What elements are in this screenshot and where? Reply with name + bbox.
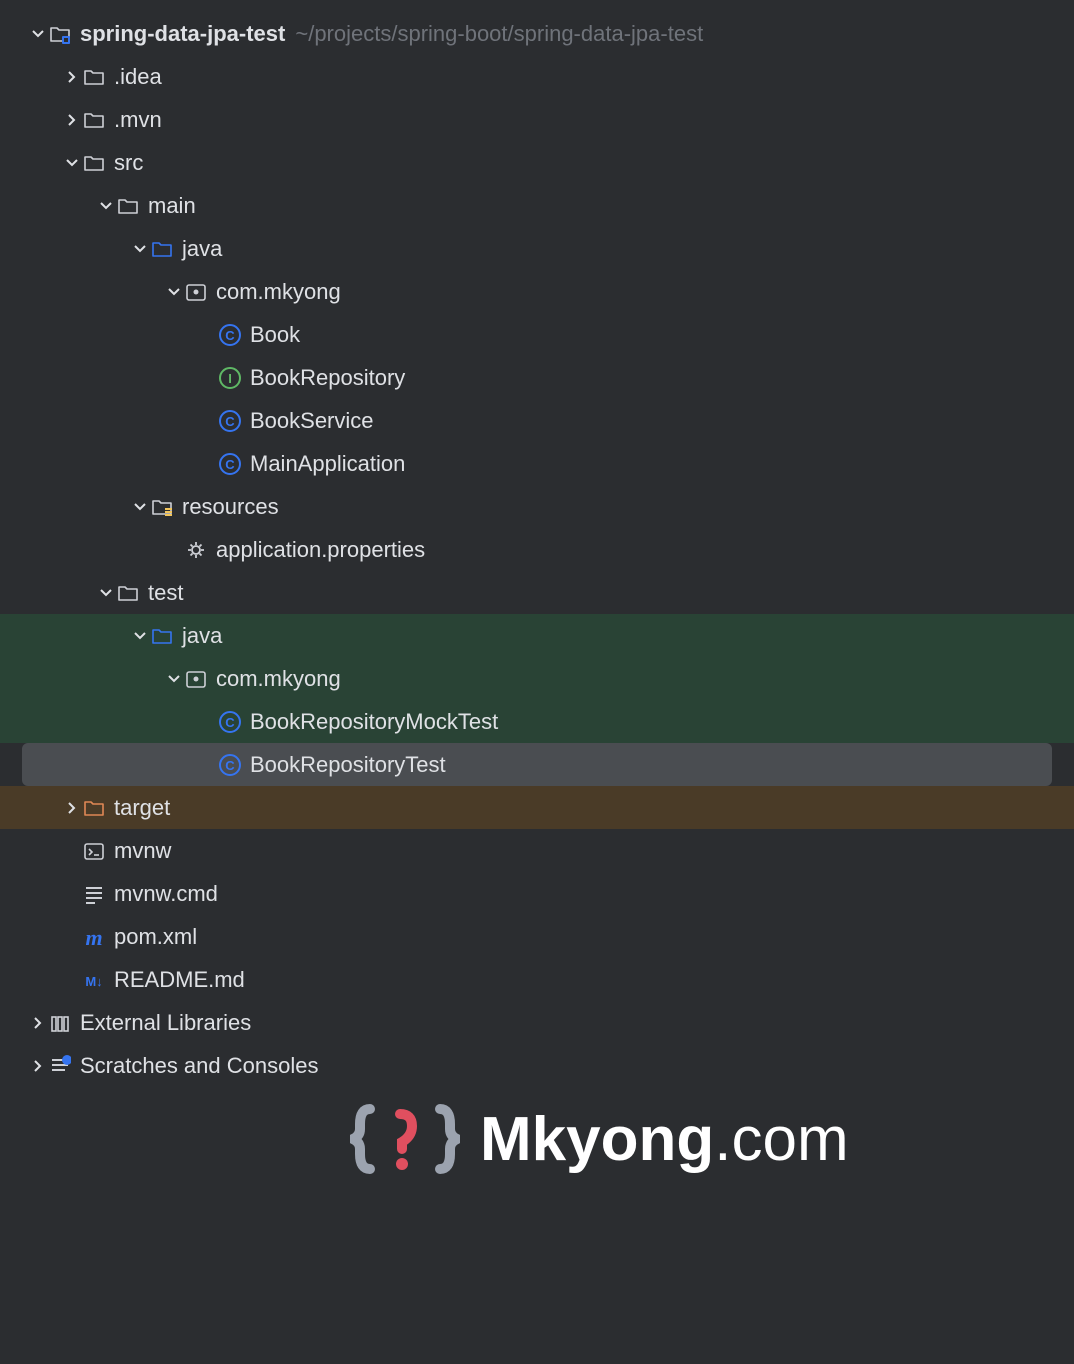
tree-node-test[interactable]: test: [0, 571, 1074, 614]
node-label: README.md: [114, 967, 245, 993]
node-label: com.mkyong: [216, 666, 341, 692]
folder-icon: [116, 581, 140, 605]
node-label: BookService: [250, 408, 374, 434]
textfile-icon: [82, 882, 106, 906]
tree-node-mvnw-cmd[interactable]: mvnw.cmd: [0, 872, 1074, 915]
tree-node-root[interactable]: spring-data-jpa-test ~/projects/spring-b…: [0, 12, 1074, 55]
chevron-right-icon[interactable]: [62, 67, 82, 87]
node-label: pom.xml: [114, 924, 197, 950]
node-label: test: [148, 580, 183, 606]
tree-node-mvn[interactable]: .mvn: [0, 98, 1074, 141]
class-icon: [218, 452, 242, 476]
class-icon: [218, 710, 242, 734]
node-label: MainApplication: [250, 451, 405, 477]
libraries-icon: [48, 1011, 72, 1035]
node-label: java: [182, 623, 222, 649]
class-icon: [218, 323, 242, 347]
node-label: resources: [182, 494, 279, 520]
scratch-icon: [48, 1054, 72, 1078]
tree-node-external-libraries[interactable]: External Libraries: [0, 1001, 1074, 1044]
interface-icon: [218, 366, 242, 390]
node-label: mvnw: [114, 838, 171, 864]
tree-node-target[interactable]: target: [0, 786, 1074, 829]
chevron-right-icon[interactable]: [62, 110, 82, 130]
chevron-down-icon[interactable]: [130, 626, 150, 646]
tree-node-resources[interactable]: resources: [0, 485, 1074, 528]
class-icon: [218, 409, 242, 433]
node-label: .mvn: [114, 107, 162, 133]
excluded-folder-icon: [82, 796, 106, 820]
tree-node-mvnw[interactable]: mvnw: [0, 829, 1074, 872]
folder-icon: [116, 194, 140, 218]
tree-node-idea[interactable]: .idea: [0, 55, 1074, 98]
node-label: application.properties: [216, 537, 425, 563]
tree-node-book-repository[interactable]: BookRepository: [0, 356, 1074, 399]
tree-node-repo-test[interactable]: BookRepositoryTest: [22, 743, 1052, 786]
tree-node-package-main[interactable]: com.mkyong: [0, 270, 1074, 313]
root-name: spring-data-jpa-test: [80, 21, 285, 47]
chevron-down-icon[interactable]: [164, 282, 184, 302]
chevron-down-icon[interactable]: [130, 239, 150, 259]
chevron-down-icon[interactable]: [96, 196, 116, 216]
tree-node-pom[interactable]: pom.xml: [0, 915, 1074, 958]
root-path: ~/projects/spring-boot/spring-data-jpa-t…: [295, 21, 703, 47]
tree-node-book-service[interactable]: BookService: [0, 399, 1074, 442]
node-label: .idea: [114, 64, 162, 90]
node-label: src: [114, 150, 143, 176]
folder-icon: [82, 151, 106, 175]
chevron-down-icon[interactable]: [164, 669, 184, 689]
node-label: target: [114, 795, 170, 821]
folder-icon: [82, 65, 106, 89]
test-folder-icon: [150, 624, 174, 648]
node-label: mvnw.cmd: [114, 881, 218, 907]
package-icon: [184, 667, 208, 691]
tree-node-main[interactable]: main: [0, 184, 1074, 227]
node-label: Book: [250, 322, 300, 348]
markdown-icon: [82, 968, 106, 992]
chevron-right-icon[interactable]: [62, 798, 82, 818]
tree-node-readme[interactable]: README.md: [0, 958, 1074, 1001]
gear-icon: [184, 538, 208, 562]
node-label: BookRepository: [250, 365, 405, 391]
watermark: Mkyong.com: [350, 1094, 849, 1184]
node-label: java: [182, 236, 222, 262]
node-label: External Libraries: [80, 1010, 251, 1036]
node-label: com.mkyong: [216, 279, 341, 305]
chevron-down-icon[interactable]: [62, 153, 82, 173]
node-label: Scratches and Consoles: [80, 1053, 318, 1079]
tree-node-java-main[interactable]: java: [0, 227, 1074, 270]
chevron-down-icon[interactable]: [130, 497, 150, 517]
tree-node-scratches[interactable]: Scratches and Consoles: [0, 1044, 1074, 1087]
chevron-right-icon[interactable]: [28, 1056, 48, 1076]
tree-node-app-properties[interactable]: application.properties: [0, 528, 1074, 571]
class-icon: [218, 753, 242, 777]
tree-node-src[interactable]: src: [0, 141, 1074, 184]
module-folder-icon: [48, 22, 72, 46]
tree-node-mock-test[interactable]: BookRepositoryMockTest: [0, 700, 1074, 743]
tree-node-main-application[interactable]: MainApplication: [0, 442, 1074, 485]
resources-folder-icon: [150, 495, 174, 519]
maven-icon: [82, 925, 106, 949]
tree-node-book[interactable]: Book: [0, 313, 1074, 356]
package-icon: [184, 280, 208, 304]
node-label: BookRepositoryMockTest: [250, 709, 498, 735]
source-folder-icon: [150, 237, 174, 261]
node-label: BookRepositoryTest: [250, 752, 446, 778]
watermark-logo-icon: [350, 1094, 460, 1184]
terminal-icon: [82, 839, 106, 863]
tree-node-package-test[interactable]: com.mkyong: [0, 657, 1074, 700]
project-tree[interactable]: spring-data-jpa-test ~/projects/spring-b…: [0, 0, 1074, 1087]
node-label: main: [148, 193, 196, 219]
watermark-text: Mkyong.com: [480, 1104, 849, 1175]
chevron-down-icon[interactable]: [96, 583, 116, 603]
chevron-down-icon[interactable]: [28, 24, 48, 44]
tree-node-java-test[interactable]: java: [0, 614, 1074, 657]
chevron-right-icon[interactable]: [28, 1013, 48, 1033]
folder-icon: [82, 108, 106, 132]
